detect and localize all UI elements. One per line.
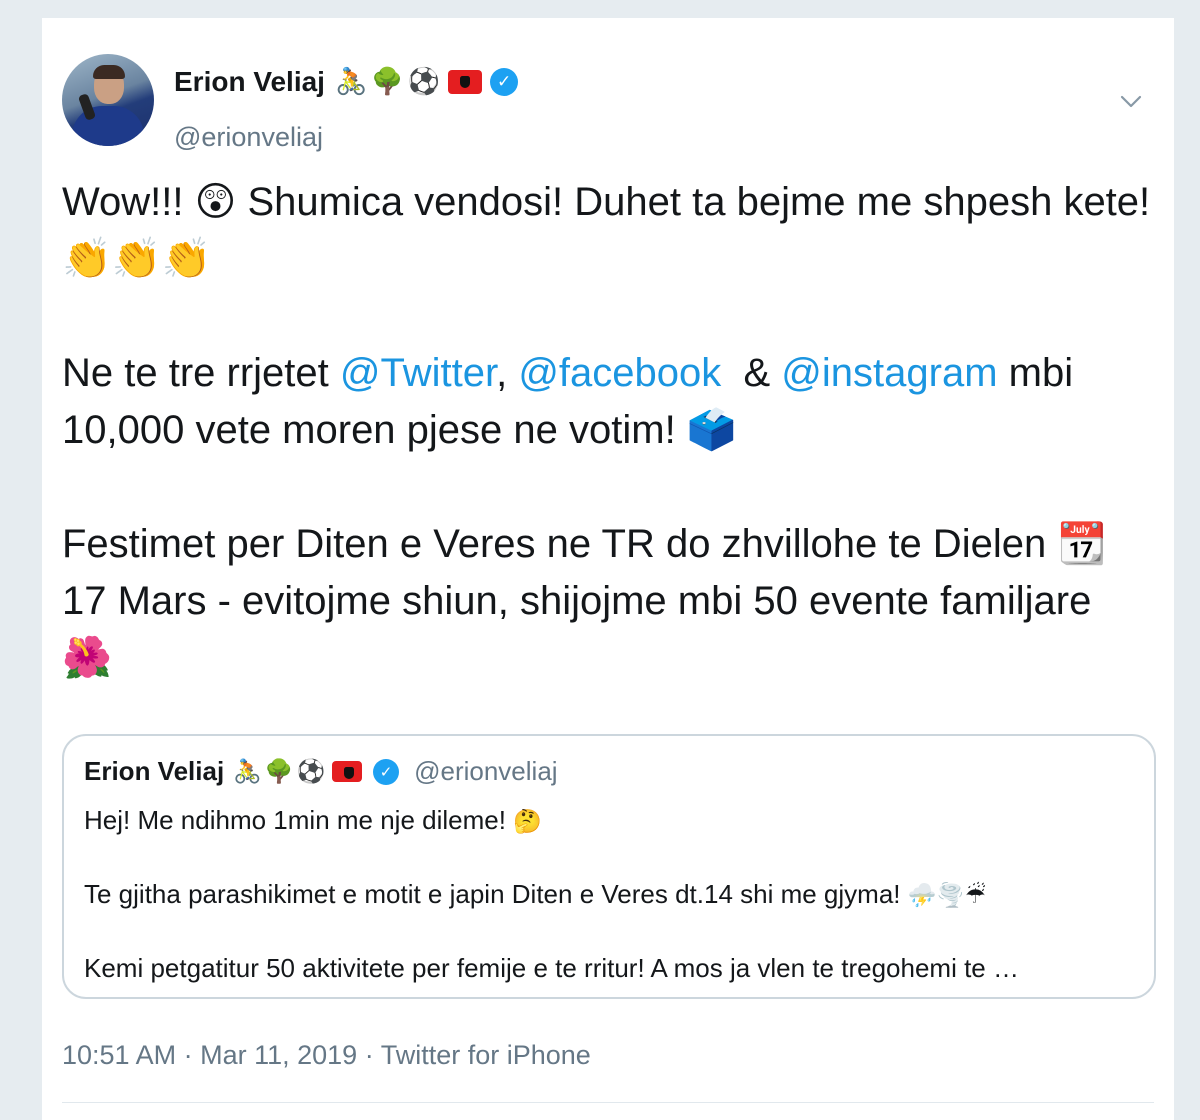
tree-emoji: 🌳 bbox=[371, 67, 404, 97]
tweet-metadata: 10:51 AM · Mar 11, 2019 · Twitter for iP… bbox=[62, 1040, 591, 1070]
verified-badge-icon: ✓ bbox=[373, 758, 400, 785]
quoted-line-1: Hej! Me ndihmo 1min me nje dileme! 🤔 bbox=[84, 805, 542, 835]
calendar-emoji: 📆 bbox=[1057, 521, 1108, 567]
soccer-ball-emoji: ⚽ bbox=[407, 67, 441, 97]
albania-flag-icon bbox=[332, 761, 363, 782]
tweet-paragraph-3: Festimet per Diten e Veres ne TR do zhvi… bbox=[62, 521, 1108, 681]
tweet-source: Twitter for iPhone bbox=[380, 1040, 591, 1070]
thinking-face-emoji: 🤔 bbox=[513, 809, 542, 835]
tweet-header: Erion Veliaj 🚴 🌳 ⚽ ✓ @erionveliaj bbox=[62, 54, 1154, 154]
author-handle[interactable]: @erionveliaj bbox=[174, 122, 323, 153]
mention-facebook-link[interactable]: @facebook bbox=[518, 351, 721, 395]
quoted-author-name: Erion Veliaj bbox=[84, 756, 225, 786]
tree-emoji: 🌳 bbox=[264, 759, 294, 785]
tweet-text: Wow!!! 😲 Shumica vendosi! Duhet ta bejme… bbox=[62, 174, 1152, 687]
tweet-date[interactable]: Mar 11, 2019 bbox=[200, 1040, 357, 1070]
divider bbox=[62, 1102, 1154, 1103]
cyclist-emoji: 🚴 bbox=[233, 759, 262, 785]
albania-flag-icon bbox=[448, 70, 483, 94]
cyclist-emoji: 🚴 bbox=[334, 67, 368, 97]
chevron-down-icon[interactable] bbox=[1120, 90, 1142, 112]
avatar[interactable] bbox=[62, 54, 154, 146]
quoted-author-handle: @erionveliaj bbox=[414, 756, 558, 786]
tweet-paragraph-2: Ne te tre rrjetet @Twitter, @facebook & … bbox=[62, 351, 1074, 453]
author-display-name[interactable]: Erion Veliaj bbox=[174, 66, 325, 98]
quoted-tweet[interactable]: Erion Veliaj 🚴 🌳 ⚽ ✓ @erionveliaj Hej! M… bbox=[62, 734, 1156, 999]
soccer-ball-emoji: ⚽ bbox=[296, 759, 326, 785]
mention-twitter-link[interactable]: @Twitter bbox=[340, 351, 496, 395]
ballot-box-emoji: 🗳️ bbox=[686, 407, 737, 453]
quoted-line-2: Te gjitha parashikimet e motit e japin D… bbox=[84, 879, 986, 909]
quoted-tweet-text: Hej! Me ndihmo 1min me nje dileme! 🤔 Te … bbox=[84, 802, 1140, 986]
tweet-paragraph-1: Wow!!! 😲 Shumica vendosi! Duhet ta bejme… bbox=[62, 179, 1151, 282]
quoted-line-3: Kemi petgatitur 50 aktivitete per femije… bbox=[84, 953, 1019, 983]
mention-instagram-link[interactable]: @instagram bbox=[781, 351, 997, 395]
weather-emojis: ⛈️🌪️☔ bbox=[907, 883, 986, 909]
hibiscus-emoji: 🌺 bbox=[62, 635, 112, 681]
tweet-time[interactable]: 10:51 AM bbox=[62, 1040, 176, 1070]
verified-badge-icon: ✓ bbox=[490, 68, 519, 96]
astonished-emoji: 😲 bbox=[194, 179, 237, 225]
clapping-hands-emoji: 👏👏👏 bbox=[62, 236, 212, 282]
tweet-card: Erion Veliaj 🚴 🌳 ⚽ ✓ @erionveliaj Wow!!!… bbox=[42, 18, 1174, 1120]
author-name-row[interactable]: Erion Veliaj 🚴 🌳 ⚽ ✓ bbox=[174, 66, 519, 98]
quoted-tweet-header: Erion Veliaj 🚴 🌳 ⚽ ✓ @erionveliaj bbox=[84, 756, 558, 787]
